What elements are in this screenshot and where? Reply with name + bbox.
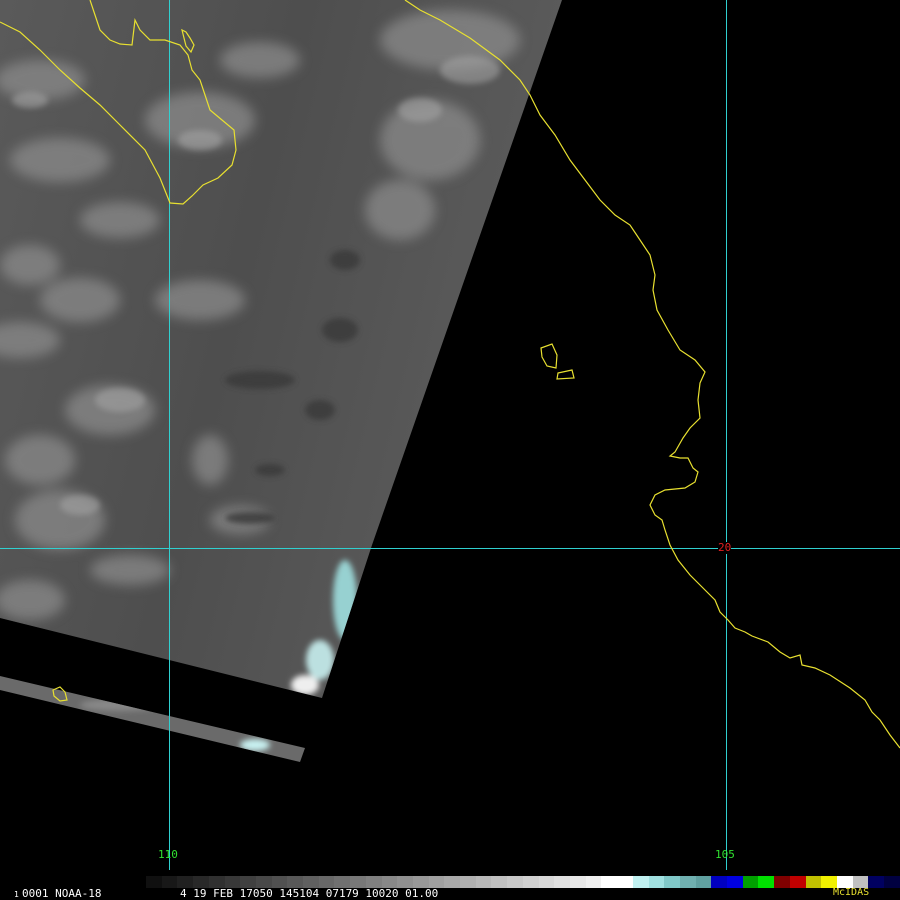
color-bar-swatch	[397, 876, 413, 888]
color-bar-swatch	[585, 876, 602, 888]
color-bar-swatch	[240, 876, 256, 888]
color-bar-swatch	[318, 876, 335, 888]
color-bar-swatch	[193, 876, 209, 888]
color-bar-swatch	[146, 876, 162, 888]
satellite-strip	[0, 676, 305, 762]
color-bar-swatch	[868, 876, 885, 888]
lon-105-label: 105	[715, 848, 735, 861]
color-bar-swatch	[381, 876, 398, 888]
color-bar-swatch	[805, 876, 822, 888]
color-bar-swatch	[303, 876, 319, 888]
color-bar-swatch	[475, 876, 492, 888]
color-bar-swatch	[224, 876, 241, 888]
color-bar-swatch	[711, 876, 728, 888]
color-bar-swatch	[727, 876, 743, 888]
color-bar-swatch	[664, 876, 680, 888]
lon-110-label: 110	[158, 848, 178, 861]
color-bar-swatch	[161, 876, 178, 888]
color-bar-swatch	[648, 876, 665, 888]
mcidas-brand: McIDAS	[833, 887, 870, 898]
color-bar-swatch	[695, 876, 712, 888]
color-bar-swatch	[601, 876, 618, 888]
status-bar: 1 0001 NOAA-18 4 19 FEB 17050 145104 071…	[0, 886, 900, 900]
color-bar-swatch	[758, 876, 775, 888]
color-bar-swatch	[271, 876, 288, 888]
satellite-swath	[0, 0, 562, 698]
color-bar-swatch	[679, 876, 696, 888]
color-bar-swatch	[742, 876, 759, 888]
color-bar-swatch	[884, 876, 900, 888]
date-time-info: 4 19 FEB 17050 145104 07179 10020 01.00	[180, 887, 439, 900]
color-bar-swatch	[208, 876, 225, 888]
lat-20-label: 20	[718, 541, 732, 554]
color-bar-swatch	[350, 876, 366, 888]
color-bar-swatch	[789, 876, 806, 888]
color-bar-swatch	[522, 876, 539, 888]
image-number: 1	[14, 890, 19, 899]
color-bar-swatch	[428, 876, 445, 888]
color-bar-swatch	[507, 876, 523, 888]
color-bar-swatch	[365, 876, 382, 888]
color-bar-swatch	[774, 876, 790, 888]
color-bar-swatch	[177, 876, 194, 888]
color-bar-swatch	[554, 876, 570, 888]
color-bar-swatch	[538, 876, 555, 888]
color-bar-swatch	[334, 876, 351, 888]
color-bar-swatch	[412, 876, 429, 888]
color-bar-swatch	[617, 876, 633, 888]
color-bar-swatch	[255, 876, 272, 888]
satellite-label: 0001 NOAA-18	[22, 887, 102, 900]
color-bar-swatch	[287, 876, 304, 888]
color-bar-swatch	[491, 876, 508, 888]
satellite-map	[0, 0, 900, 870]
color-bar	[146, 876, 900, 888]
color-bar-swatch	[444, 876, 461, 888]
color-bar-swatch	[460, 876, 476, 888]
color-bar-swatch	[569, 876, 586, 888]
color-bar-swatch	[632, 876, 649, 888]
